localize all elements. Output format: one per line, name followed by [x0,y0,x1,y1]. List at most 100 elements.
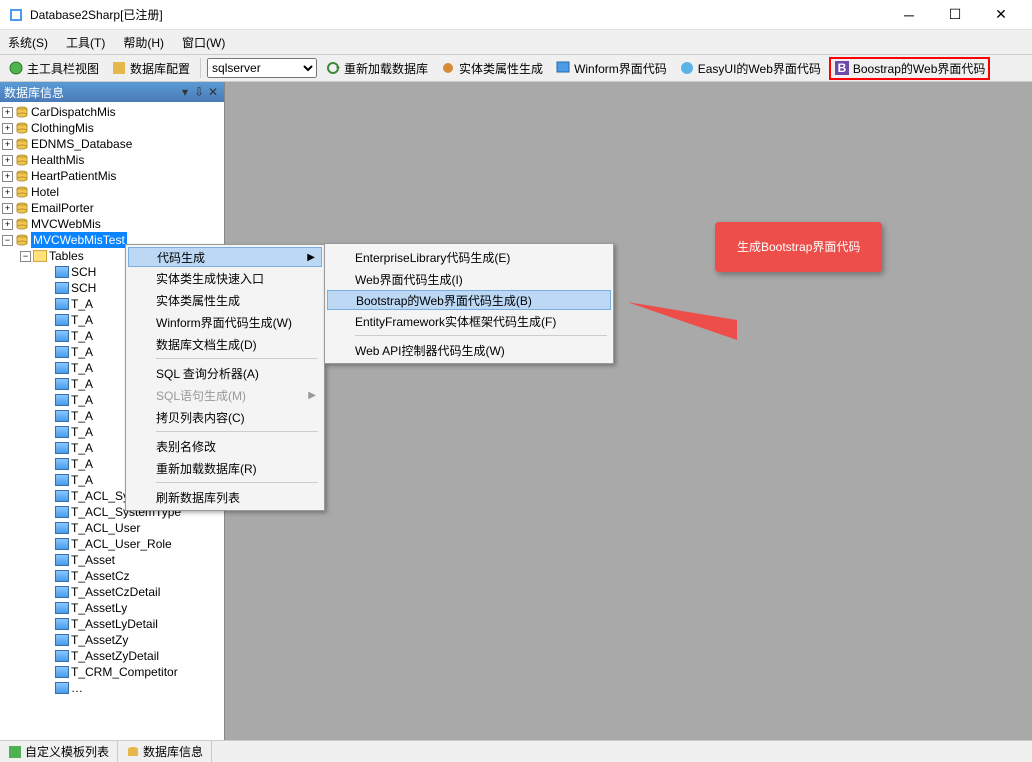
menu-item[interactable]: 代码生成▶ [128,247,322,267]
pin-button[interactable]: ⇩ [192,85,206,99]
table-icon [55,650,69,662]
database-icon [15,154,29,166]
expander-icon[interactable]: + [2,171,13,182]
content-area: 代码生成▶实体类生成快速入口实体类属性生成Winform界面代码生成(W)数据库… [225,82,1032,740]
submenu-item[interactable]: Web界面代码生成(I) [327,268,611,290]
context-menu: 代码生成▶实体类生成快速入口实体类属性生成Winform界面代码生成(W)数据库… [125,244,325,511]
expander-icon[interactable]: + [2,203,13,214]
menu-item[interactable]: 刷新数据库列表 [128,486,322,508]
close-button[interactable]: ✕ [978,0,1024,30]
menu-tools[interactable]: 工具(T) [66,34,105,51]
table-icon [55,602,69,614]
menu-window[interactable]: 窗口(W) [182,34,225,51]
expander-icon[interactable]: − [2,235,13,246]
table-icon [55,298,69,310]
submenu-item[interactable]: Web API控制器代码生成(W) [327,339,611,361]
tree-item[interactable]: T_AssetLyDetail [0,616,224,632]
menu-help[interactable]: 帮助(H) [123,34,164,51]
tree-item[interactable]: +Hotel [0,184,224,200]
expander-icon[interactable]: − [20,251,31,262]
database-icon [15,186,29,198]
toolbar-mainview[interactable]: 主工具栏视图 [4,58,103,79]
submenu-item[interactable]: Bootstrap的Web界面代码生成(B) [327,290,611,310]
toolbar-reload[interactable]: 重新加载数据库 [321,58,432,79]
svg-text:B: B [838,61,847,75]
table-icon [55,330,69,342]
panel-close[interactable]: ✕ [206,85,220,99]
database-icon [15,202,29,214]
toolbar-winform[interactable]: Winform界面代码 [551,58,671,79]
db-type-select[interactable]: sqlserver [207,58,317,78]
table-icon [55,490,69,502]
tree-item[interactable]: T_CRM_Competitor [0,664,224,680]
tree-item[interactable]: +CarDispatchMis [0,104,224,120]
menu-separator [156,431,318,432]
database-icon [15,106,29,118]
tree-item[interactable]: +MVCWebMis [0,216,224,232]
tree-item[interactable]: +HeartPatientMis [0,168,224,184]
tree-item[interactable]: +HealthMis [0,152,224,168]
table-icon [55,618,69,630]
table-icon [55,282,69,294]
toolbar-entity-gen[interactable]: 实体类属性生成 [436,58,547,79]
submenu-item[interactable]: EntityFramework实体框架代码生成(F) [327,310,611,332]
table-icon [55,538,69,550]
window-controls: ─ ☐ ✕ [886,0,1024,30]
toolbar-bootstrap[interactable]: B Boostrap的Web界面代码 [829,57,991,80]
callout-tail [627,290,737,350]
menu-item: SQL语句生成(M)▶ [128,384,322,406]
menu-item[interactable]: SQL 查询分析器(A) [128,362,322,384]
tree-item[interactable]: T_ACL_User_Role [0,536,224,552]
tree-item[interactable]: T_AssetZy [0,632,224,648]
menu-item[interactable]: 重新加载数据库(R) [128,457,322,479]
database-icon [15,218,29,230]
maximize-button[interactable]: ☐ [932,0,978,30]
submenu-arrow-icon: ▶ [307,252,315,263]
expander-icon[interactable]: + [2,107,13,118]
expander-icon[interactable]: + [2,219,13,230]
table-icon [55,506,69,518]
tree-item[interactable]: T_AssetCz [0,568,224,584]
menu-separator [355,335,607,336]
expander-icon[interactable]: + [2,139,13,150]
dbinfo-icon [126,745,140,759]
menu-item[interactable]: 实体类生成快速入口 [128,267,322,289]
table-icon [55,458,69,470]
expander-icon[interactable]: + [2,155,13,166]
tree-item[interactable]: T_ACL_User [0,520,224,536]
tree-item[interactable]: T_AssetZyDetail [0,648,224,664]
menu-item[interactable]: 数据库文档生成(D) [128,333,322,355]
table-icon [55,410,69,422]
menu-item[interactable]: 实体类属性生成 [128,289,322,311]
tree-more: … [0,680,224,696]
toolbar: 主工具栏视图 数据库配置 sqlserver 重新加载数据库 实体类属性生成 W… [0,54,1032,82]
menu-item[interactable]: 表别名修改 [128,435,322,457]
panel-header: 数据库信息 ▾ ⇩ ✕ [0,82,224,102]
expander-icon[interactable]: + [2,187,13,198]
menu-separator [156,358,318,359]
toolbar-dbconfig[interactable]: 数据库配置 [107,58,194,79]
menu-system[interactable]: 系统(S) [8,34,48,51]
pin-icon[interactable]: ▾ [178,85,192,99]
tab-db-info[interactable]: 数据库信息 [118,741,212,762]
menu-item[interactable]: Winform界面代码生成(W) [128,311,322,333]
gear-icon [440,60,456,76]
tree-item[interactable]: +EDNMS_Database [0,136,224,152]
table-icon [55,394,69,406]
toolbar-easyui[interactable]: EasyUI的Web界面代码 [675,58,825,79]
submenu-item[interactable]: EnterpriseLibrary代码生成(E) [327,246,611,268]
table-icon [55,362,69,374]
table-icon [55,346,69,358]
database-icon [15,234,29,246]
minimize-button[interactable]: ─ [886,0,932,30]
tree-item[interactable]: T_AssetLy [0,600,224,616]
tab-custom-template[interactable]: 自定义模板列表 [0,741,118,762]
tree-item[interactable]: T_Asset [0,552,224,568]
tree-item[interactable]: +ClothingMis [0,120,224,136]
expander-icon[interactable]: + [2,123,13,134]
tree-item[interactable]: +EmailPorter [0,200,224,216]
table-icon [55,554,69,566]
menu-item[interactable]: 拷贝列表内容(C) [128,406,322,428]
tree-item[interactable]: T_AssetCzDetail [0,584,224,600]
table-icon [55,314,69,326]
